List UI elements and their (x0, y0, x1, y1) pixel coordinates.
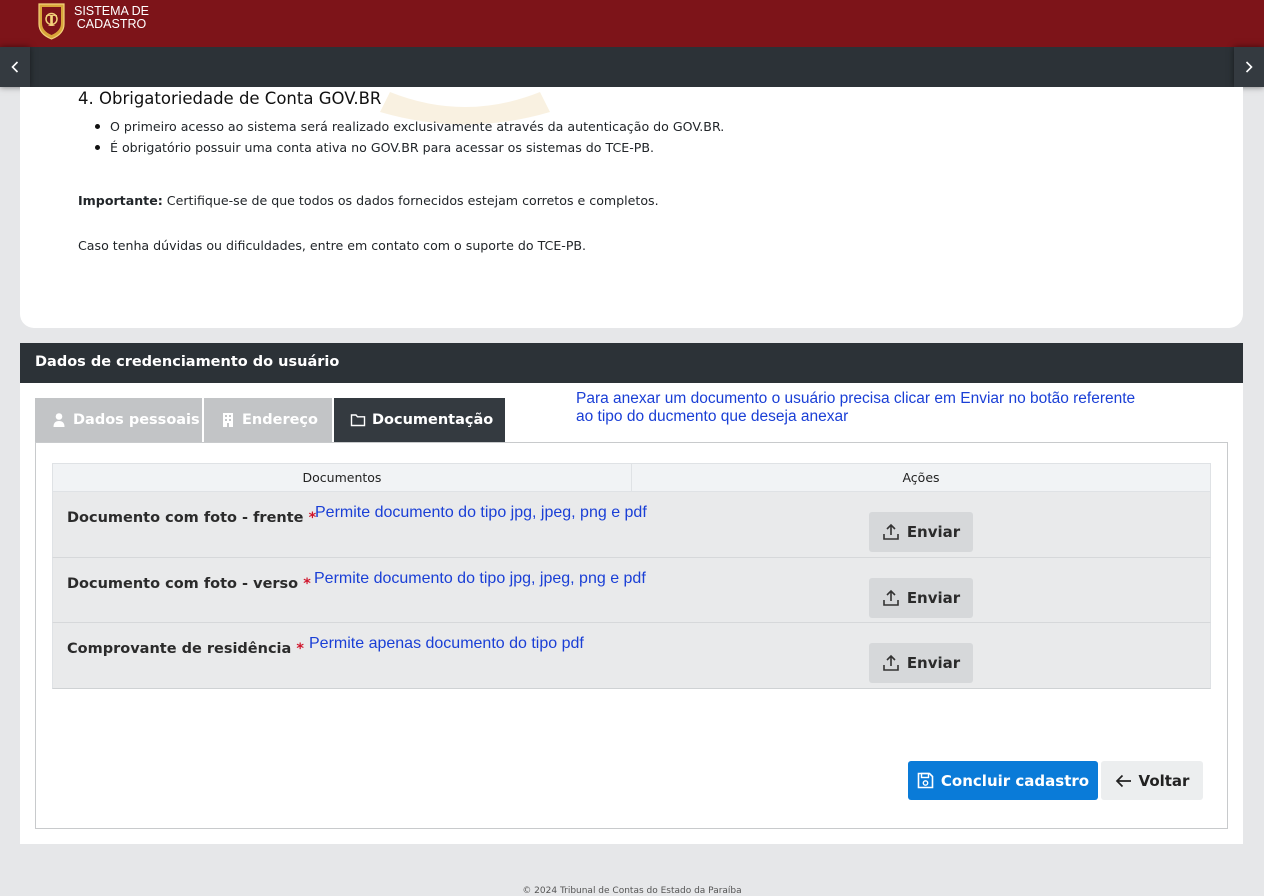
info-card: 4. Obrigatoriedade de Conta GOV.BR O pri… (20, 87, 1243, 328)
building-icon (223, 413, 233, 427)
tab-label: Endereço (242, 412, 318, 428)
credentials-panel: Dados de credenciamento do usuário Dados… (20, 343, 1243, 844)
upload-icon (883, 654, 899, 671)
upload-instructions-line-2: ao tipo do ducmento que deseja anexar (576, 408, 849, 425)
scroll-right-button[interactable] (1234, 47, 1264, 87)
table-header: Documentos Ações (52, 463, 1211, 492)
required-marker: * (296, 641, 304, 657)
upload-icon (883, 523, 899, 540)
arrow-left-icon (1115, 774, 1131, 787)
info-list-item: É obrigatório possuir uma conta ativa no… (92, 139, 724, 160)
table-row: Comprovante de residência * Permite apen… (52, 623, 1211, 689)
panel-header: Dados de credenciamento do usuário (20, 343, 1243, 383)
app-brand: SISTEMA DE CADASTRO (74, 5, 149, 31)
column-header-actions: Ações (902, 470, 940, 485)
info-list-item: O primeiro acesso ao sistema será realiz… (92, 118, 724, 139)
footer-copyright: © 2024 Tribunal de Contas do Estado da P… (522, 886, 742, 896)
submit-registration-button[interactable]: Concluir cadastro (908, 761, 1098, 800)
tce-logo-icon: T (38, 3, 65, 40)
info-list: O primeiro acesso ao sistema será realiz… (92, 118, 724, 160)
upload-button[interactable]: Enviar (869, 577, 973, 618)
important-note: Importante: Certifique-se de que todos o… (78, 193, 659, 208)
document-type-hint: Permite documento do tipo jpg, jpeg, png… (315, 504, 647, 521)
tab-documentacao[interactable]: Documentação (334, 398, 505, 442)
document-type-hint: Permite apenas documento do tipo pdf (309, 635, 584, 652)
upload-button-label: Enviar (906, 654, 961, 672)
tab-endereco[interactable]: Endereço (204, 398, 332, 442)
tab-dados-pessoais[interactable]: Dados pessoais (35, 398, 202, 442)
scroll-left-button[interactable] (0, 47, 30, 87)
document-label-text: Comprovante de residência (67, 641, 292, 657)
upload-instructions: Para anexar um documento o usuário preci… (576, 390, 1176, 426)
important-label: Importante: (78, 193, 163, 208)
tab-label: Documentação (372, 412, 494, 428)
table-row: Documento com foto - verso * Permite doc… (52, 557, 1211, 623)
document-label: Comprovante de residência * (67, 641, 304, 657)
important-text: Certifique-se de que todos os dados forn… (162, 193, 659, 208)
top-bar: T SISTEMA DE CADASTRO (0, 0, 1264, 47)
upload-button[interactable]: Enviar (869, 512, 973, 552)
chevron-left-icon (11, 61, 19, 73)
chevron-right-icon (1245, 61, 1253, 73)
info-title: 4. Obrigatoriedade de Conta GOV.BR (78, 89, 382, 108)
back-button-label: Voltar (1138, 771, 1190, 790)
brand-line-2: CADASTRO (76, 17, 147, 31)
folder-icon (350, 414, 366, 427)
document-label: Documento com foto - frente * (67, 510, 316, 526)
document-type-hint: Permite documento do tipo jpg, jpeg, png… (314, 569, 646, 587)
save-icon (917, 772, 934, 789)
user-icon (53, 413, 65, 427)
sub-nav-bar (0, 47, 1264, 87)
upload-button-label: Enviar (906, 523, 961, 541)
table-row: Documento com foto - frente * Permite do… (52, 492, 1211, 558)
upload-button[interactable]: Enviar (869, 643, 973, 683)
upload-button-label: Enviar (906, 588, 961, 607)
tab-label: Dados pessoais (73, 412, 200, 428)
upload-instructions-line-1: Para anexar um documento o usuário preci… (576, 390, 1136, 407)
documents-table: Documentos Ações Documento com foto - fr… (52, 463, 1211, 689)
upload-icon (883, 589, 899, 606)
document-label-text: Documento com foto - frente (67, 510, 304, 526)
document-label-text: Documento com foto - verso (67, 575, 299, 592)
submit-button-label: Concluir cadastro (940, 771, 1090, 790)
document-label: Documento com foto - verso * (67, 576, 311, 592)
back-button[interactable]: Voltar (1101, 761, 1203, 800)
required-marker: * (303, 575, 311, 592)
column-header-documents: Documentos (53, 464, 632, 491)
contact-note: Caso tenha dúvidas ou dificuldades, entr… (78, 238, 587, 253)
